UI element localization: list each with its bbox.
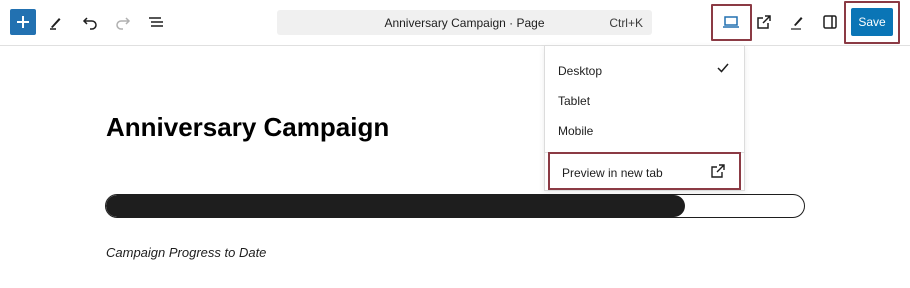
menu-item-mobile[interactable]: Mobile bbox=[558, 124, 593, 138]
progress-caption[interactable]: Campaign Progress to Date bbox=[106, 245, 266, 260]
document-overview-button[interactable] bbox=[143, 9, 169, 35]
undo-icon bbox=[82, 17, 97, 30]
sidebar-icon bbox=[823, 15, 837, 29]
document-title: Anniversary Campaign · Page bbox=[384, 16, 545, 30]
progress-bar[interactable] bbox=[105, 194, 805, 218]
settings-sidebar-button[interactable] bbox=[817, 9, 843, 35]
check-icon bbox=[717, 63, 729, 73]
editor-toolbar: Anniversary Campaign · Page Ctrl+K Save bbox=[0, 0, 910, 46]
device-preview-highlight bbox=[711, 4, 752, 41]
brush-icon bbox=[791, 17, 803, 30]
page-title[interactable]: Anniversary Campaign bbox=[106, 112, 389, 143]
external-link-icon bbox=[757, 15, 771, 29]
preview-in-new-tab-label: Preview in new tab bbox=[562, 166, 663, 180]
list-view-icon bbox=[149, 17, 163, 27]
progress-bar-fill bbox=[106, 195, 686, 217]
undo-button[interactable] bbox=[77, 9, 103, 35]
shortcut-hint: Ctrl+K bbox=[609, 16, 643, 30]
external-link-icon bbox=[711, 164, 725, 178]
tools-button[interactable] bbox=[43, 9, 69, 35]
menu-item-tablet[interactable]: Tablet bbox=[558, 94, 590, 108]
styles-button[interactable] bbox=[784, 9, 810, 35]
preview-in-new-tab-item[interactable]: Preview in new tab bbox=[548, 152, 741, 190]
redo-icon bbox=[116, 17, 131, 30]
add-block-button[interactable] bbox=[10, 9, 36, 35]
plus-icon bbox=[17, 16, 29, 28]
command-palette-trigger[interactable]: Anniversary Campaign · Page Ctrl+K bbox=[277, 10, 652, 35]
menu-item-desktop[interactable]: Desktop bbox=[558, 64, 602, 78]
save-button-highlight bbox=[844, 1, 900, 44]
pen-icon bbox=[50, 18, 61, 30]
redo-button[interactable] bbox=[110, 9, 136, 35]
view-page-button[interactable] bbox=[751, 9, 777, 35]
